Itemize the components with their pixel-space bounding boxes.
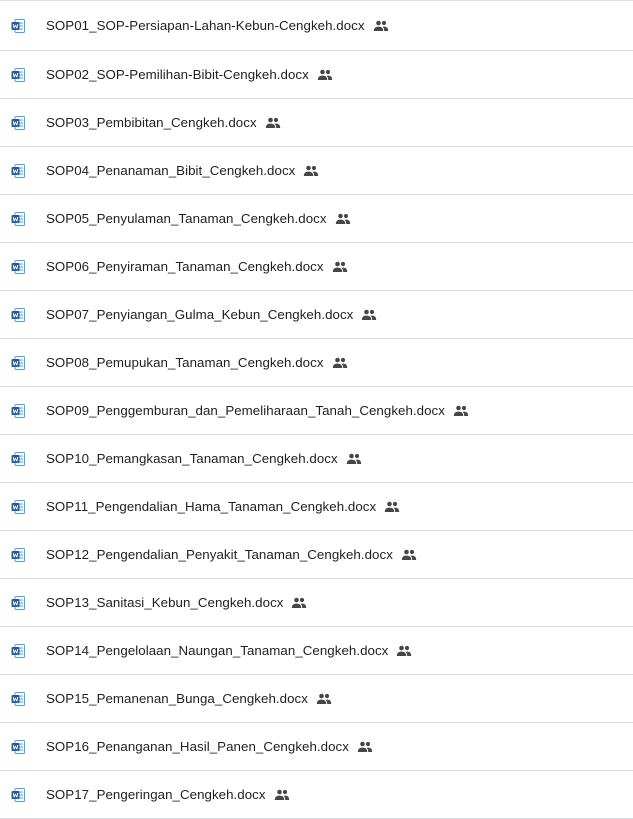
word-doc-icon — [10, 595, 26, 611]
shared-people-icon — [335, 213, 351, 225]
word-doc-icon — [10, 259, 26, 275]
shared-people-icon — [373, 20, 389, 32]
file-row[interactable]: SOP09_Penggemburan_dan_Pemeliharaan_Tana… — [0, 387, 633, 435]
shared-people-icon — [274, 789, 290, 801]
word-doc-icon — [10, 355, 26, 371]
file-name: SOP15_Pemanenan_Bunga_Cengkeh.docx — [46, 691, 308, 706]
file-name: SOP03_Pembibitan_Cengkeh.docx — [46, 115, 257, 130]
file-name: SOP06_Penyiraman_Tanaman_Cengkeh.docx — [46, 259, 324, 274]
file-row[interactable]: SOP04_Penanaman_Bibit_Cengkeh.docx — [0, 147, 633, 195]
file-row[interactable]: SOP16_Penanganan_Hasil_Panen_Cengkeh.doc… — [0, 723, 633, 771]
file-name: SOP08_Pemupukan_Tanaman_Cengkeh.docx — [46, 355, 324, 370]
file-row[interactable]: SOP06_Penyiraman_Tanaman_Cengkeh.docx — [0, 243, 633, 291]
file-row[interactable]: SOP10_Pemangkasan_Tanaman_Cengkeh.docx — [0, 435, 633, 483]
file-name: SOP12_Pengendalian_Penyakit_Tanaman_Ceng… — [46, 547, 393, 562]
word-doc-icon — [10, 307, 26, 323]
file-row[interactable]: SOP08_Pemupukan_Tanaman_Cengkeh.docx — [0, 339, 633, 387]
shared-people-icon — [332, 357, 348, 369]
file-name: SOP11_Pengendalian_Hama_Tanaman_Cengkeh.… — [46, 499, 377, 514]
shared-people-icon — [401, 549, 417, 561]
file-name: SOP02_SOP-Pemilihan-Bibit-Cengkeh.docx — [46, 67, 309, 82]
word-doc-icon — [10, 211, 26, 227]
shared-people-icon — [332, 261, 348, 273]
file-row[interactable]: SOP11_Pengendalian_Hama_Tanaman_Cengkeh.… — [0, 483, 633, 531]
file-row[interactable]: SOP01_SOP-Persiapan-Lahan-Kebun-Cengkeh.… — [0, 1, 633, 51]
file-name: SOP14_Pengelolaan_Naungan_Tanaman_Cengke… — [46, 643, 389, 658]
word-doc-icon — [10, 115, 26, 131]
file-name: SOP13_Sanitasi_Kebun_Cengkeh.docx — [46, 595, 284, 610]
file-row[interactable]: SOP17_Pengeringan_Cengkeh.docx — [0, 771, 633, 819]
file-name: SOP10_Pemangkasan_Tanaman_Cengkeh.docx — [46, 451, 338, 466]
file-row[interactable]: SOP03_Pembibitan_Cengkeh.docx — [0, 99, 633, 147]
file-name: SOP16_Penanganan_Hasil_Panen_Cengkeh.doc… — [46, 739, 349, 754]
shared-people-icon — [316, 693, 332, 705]
shared-people-icon — [357, 741, 373, 753]
shared-people-icon — [384, 501, 400, 513]
file-name: SOP01_SOP-Persiapan-Lahan-Kebun-Cengkeh.… — [46, 18, 365, 33]
file-name: SOP09_Penggemburan_dan_Pemeliharaan_Tana… — [46, 403, 445, 418]
shared-people-icon — [346, 453, 362, 465]
shared-people-icon — [303, 165, 319, 177]
shared-people-icon — [265, 117, 281, 129]
word-doc-icon — [10, 787, 26, 803]
file-name: SOP07_Penyiangan_Gulma_Kebun_Cengkeh.doc… — [46, 307, 354, 322]
file-row[interactable]: SOP02_SOP-Pemilihan-Bibit-Cengkeh.docx — [0, 51, 633, 99]
shared-people-icon — [317, 69, 333, 81]
word-doc-icon — [10, 18, 26, 34]
file-row[interactable]: SOP07_Penyiangan_Gulma_Kebun_Cengkeh.doc… — [0, 291, 633, 339]
file-row[interactable]: SOP12_Pengendalian_Penyakit_Tanaman_Ceng… — [0, 531, 633, 579]
word-doc-icon — [10, 643, 26, 659]
shared-people-icon — [396, 645, 412, 657]
shared-people-icon — [453, 405, 469, 417]
word-doc-icon — [10, 403, 26, 419]
word-doc-icon — [10, 451, 26, 467]
word-doc-icon — [10, 691, 26, 707]
file-row[interactable]: SOP05_Penyulaman_Tanaman_Cengkeh.docx — [0, 195, 633, 243]
file-name: SOP05_Penyulaman_Tanaman_Cengkeh.docx — [46, 211, 327, 226]
shared-people-icon — [361, 309, 377, 321]
file-list: SOP01_SOP-Persiapan-Lahan-Kebun-Cengkeh.… — [0, 0, 633, 819]
word-doc-icon — [10, 547, 26, 563]
word-doc-icon — [10, 499, 26, 515]
file-name: SOP17_Pengeringan_Cengkeh.docx — [46, 787, 266, 802]
word-doc-icon — [10, 739, 26, 755]
file-row[interactable]: SOP15_Pemanenan_Bunga_Cengkeh.docx — [0, 675, 633, 723]
file-row[interactable]: SOP13_Sanitasi_Kebun_Cengkeh.docx — [0, 579, 633, 627]
file-row[interactable]: SOP14_Pengelolaan_Naungan_Tanaman_Cengke… — [0, 627, 633, 675]
word-doc-icon — [10, 67, 26, 83]
shared-people-icon — [291, 597, 307, 609]
file-name: SOP04_Penanaman_Bibit_Cengkeh.docx — [46, 163, 296, 178]
word-doc-icon — [10, 163, 26, 179]
